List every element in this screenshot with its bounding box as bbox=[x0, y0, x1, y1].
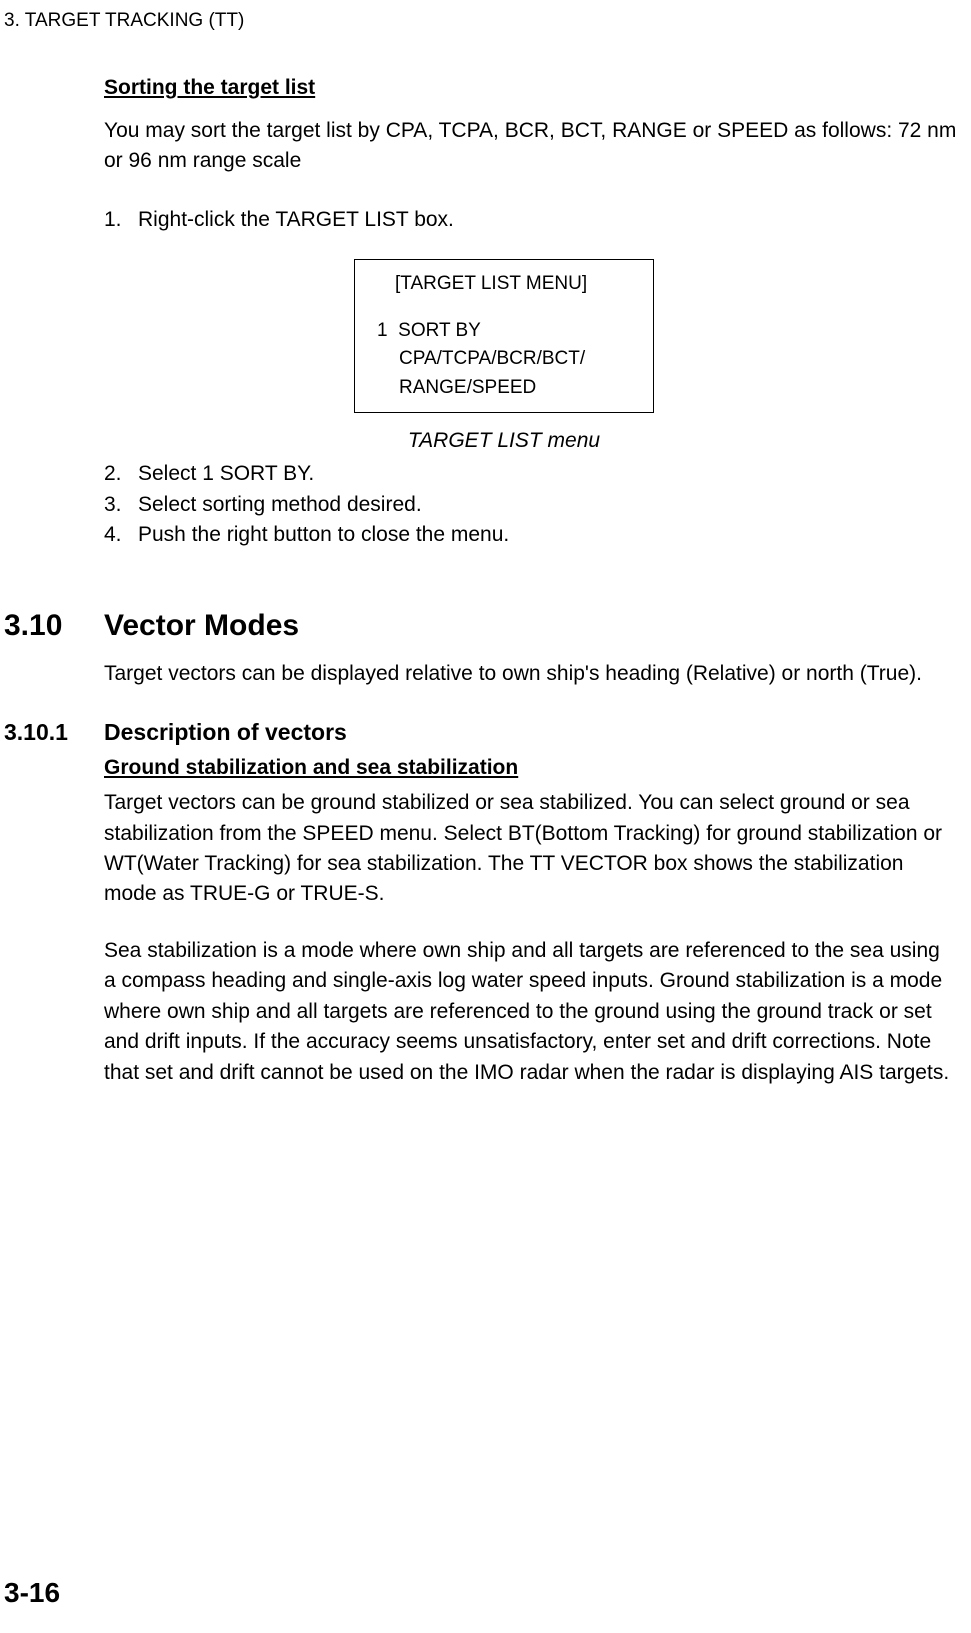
menu-item-number: 1 bbox=[377, 320, 388, 341]
list-number: 3. bbox=[104, 490, 138, 520]
section-3-10: 3.10 Vector Modes Target vectors can be … bbox=[0, 609, 971, 1088]
page-number: 3-16 bbox=[4, 1577, 60, 1609]
list-number: 2. bbox=[104, 459, 138, 489]
target-list-menu-box: [TARGET LIST MENU] 1 SORT BY CPA/TCPA/BC… bbox=[354, 259, 654, 413]
subsection-number: 3.10.1 bbox=[0, 719, 104, 746]
body-paragraph: Sea stabilization is a mode where own sh… bbox=[104, 936, 955, 1088]
list-number: 1. bbox=[104, 205, 138, 235]
running-header: 3. TARGET TRACKING (TT) bbox=[0, 0, 971, 32]
section-intro-text: Target vectors can be displayed relative… bbox=[104, 659, 955, 689]
body-paragraph: Target vectors can be ground stabilized … bbox=[104, 788, 955, 910]
list-text: Push the right button to close the menu. bbox=[138, 520, 509, 550]
sub-underline-heading: Ground stabilization and sea stabilizati… bbox=[104, 756, 955, 780]
menu-item-options: CPA/TCPA/BCR/BCT/ bbox=[377, 345, 635, 374]
figure-caption: TARGET LIST menu bbox=[408, 429, 600, 453]
subsection-title: Description of vectors bbox=[104, 719, 347, 746]
menu-box-item: 1 SORT BY bbox=[377, 317, 635, 346]
section-title: Vector Modes bbox=[104, 609, 299, 643]
sorting-steps-list: 1. Right-click the TARGET LIST box. bbox=[104, 205, 963, 235]
main-content: Sorting the target list You may sort the… bbox=[0, 76, 971, 551]
list-item: 2. Select 1 SORT BY. bbox=[104, 459, 963, 489]
list-text: Right-click the TARGET LIST box. bbox=[138, 205, 454, 235]
menu-item-options: RANGE/SPEED bbox=[377, 374, 635, 403]
section-heading: 3.10 Vector Modes bbox=[0, 609, 963, 643]
list-item: 1. Right-click the TARGET LIST box. bbox=[104, 205, 963, 235]
menu-item-label: SORT BY bbox=[398, 320, 481, 341]
section-number: 3.10 bbox=[0, 609, 104, 643]
menu-box-figure: [TARGET LIST MENU] 1 SORT BY CPA/TCPA/BC… bbox=[344, 259, 664, 453]
sorting-intro-text: You may sort the target list by CPA, TCP… bbox=[104, 116, 963, 177]
list-item: 4. Push the right button to close the me… bbox=[104, 520, 963, 550]
sorting-heading: Sorting the target list bbox=[104, 76, 963, 100]
list-text: Select 1 SORT BY. bbox=[138, 459, 314, 489]
sorting-steps-list-continued: 2. Select 1 SORT BY. 3. Select sorting m… bbox=[104, 459, 963, 550]
list-number: 4. bbox=[104, 520, 138, 550]
list-text: Select sorting method desired. bbox=[138, 490, 422, 520]
list-item: 3. Select sorting method desired. bbox=[104, 490, 963, 520]
subsection-heading: 3.10.1 Description of vectors bbox=[0, 719, 963, 746]
menu-box-title: [TARGET LIST MENU] bbox=[377, 270, 635, 299]
